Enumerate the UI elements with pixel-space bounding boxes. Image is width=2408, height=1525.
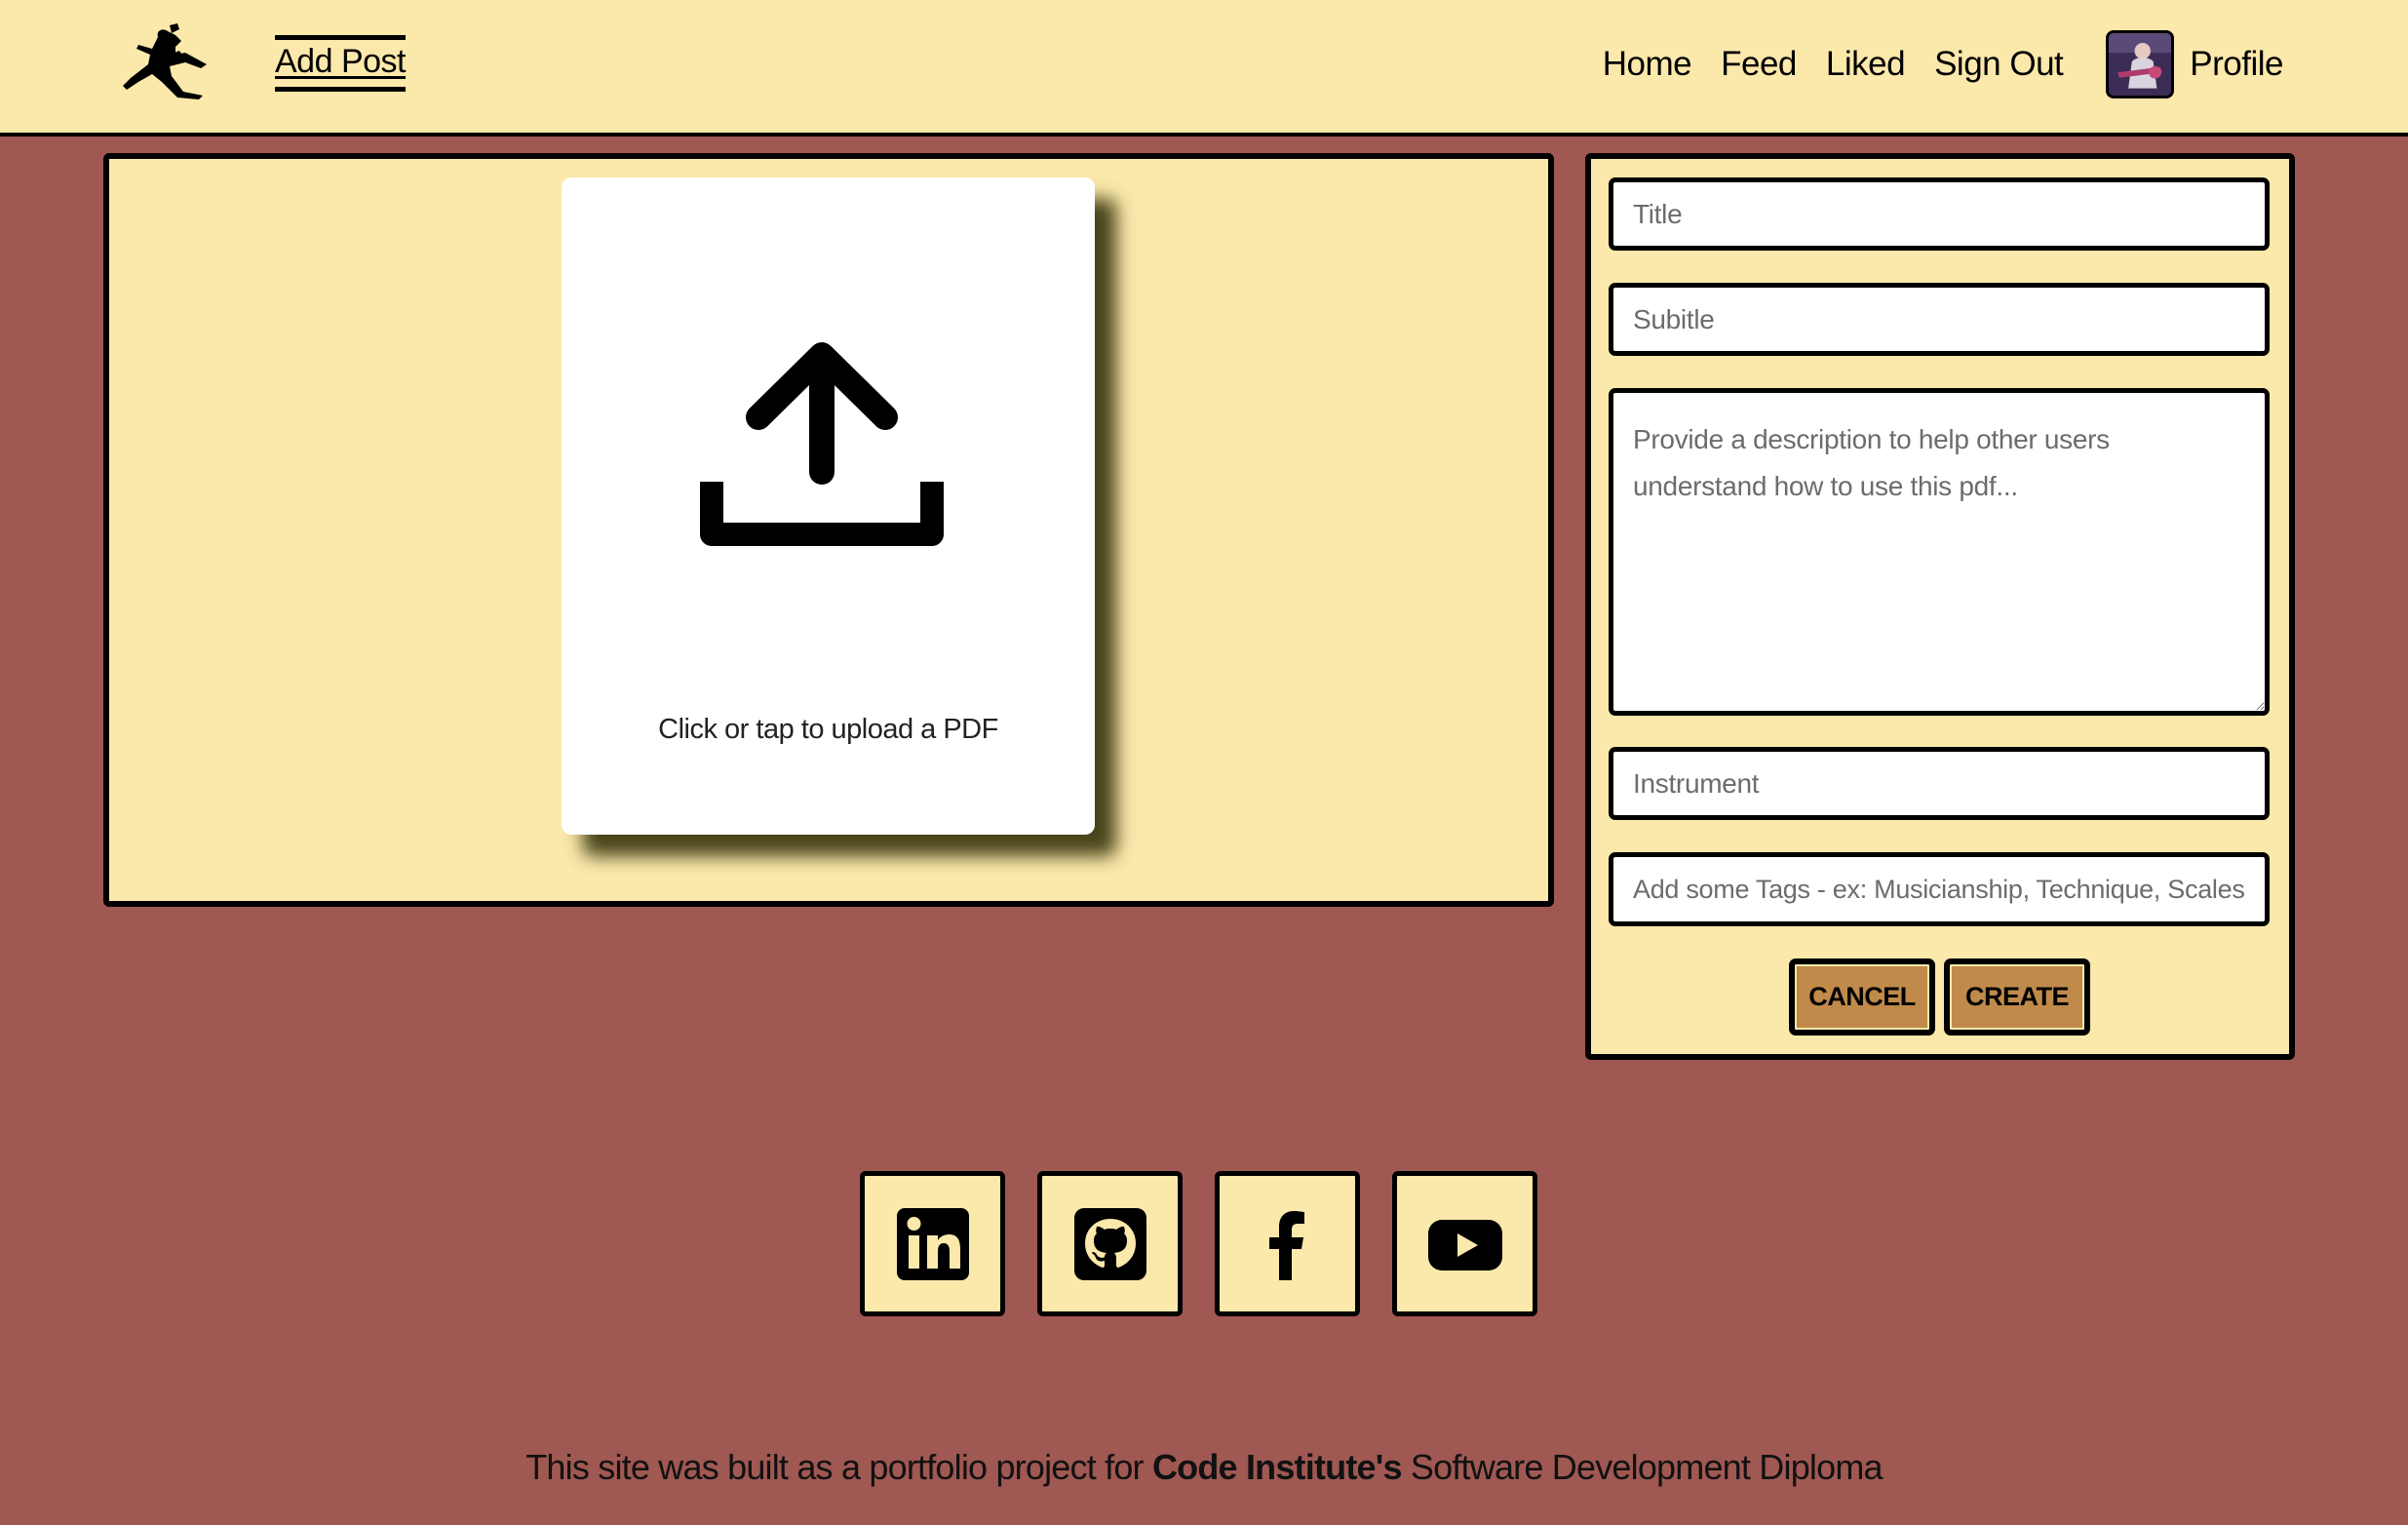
nav-links: Home Feed Liked Sign Out Profile xyxy=(1603,29,2283,99)
tags-input[interactable] xyxy=(1609,852,2270,926)
footer-prefix: This site was built as a portfolio proje… xyxy=(525,1447,1152,1487)
subtitle-input[interactable] xyxy=(1609,283,2270,356)
add-post-link[interactable]: Add Post xyxy=(275,35,406,92)
profile-avatar[interactable] xyxy=(2106,30,2175,98)
nav-feed-link[interactable]: Feed xyxy=(1721,45,1797,84)
footer-institute: Code Institute's xyxy=(1151,1447,1403,1487)
guitarist-jump-logo-icon[interactable] xyxy=(121,23,213,103)
nav-home-link[interactable]: Home xyxy=(1603,45,1692,84)
nav-sign-out-link[interactable]: Sign Out xyxy=(1934,45,2064,84)
description-textarea[interactable] xyxy=(1609,388,2270,716)
youtube-link[interactable] xyxy=(1392,1171,1537,1316)
linkedin-link[interactable] xyxy=(860,1171,1005,1316)
nav-liked-link[interactable]: Liked xyxy=(1826,45,1906,84)
cancel-button[interactable]: CANCEL xyxy=(1789,958,1935,1036)
upload-icon xyxy=(700,342,944,546)
footer-credit: This site was built as a portfolio proje… xyxy=(0,1447,2408,1488)
footer-suffix: Software Development Diploma xyxy=(1401,1447,1884,1487)
youtube-icon xyxy=(1427,1219,1502,1271)
facebook-link[interactable] xyxy=(1215,1171,1360,1316)
upload-label: Click or tap to upload a PDF xyxy=(658,714,998,745)
pdf-upload-dropzone[interactable]: Click or tap to upload a PDF xyxy=(562,177,1095,835)
facebook-icon xyxy=(1268,1210,1304,1280)
nav-profile-link[interactable]: Profile xyxy=(2190,45,2283,84)
create-button[interactable]: CREATE xyxy=(1944,958,2090,1036)
title-input[interactable] xyxy=(1609,177,2270,251)
navbar: Add Post Home Feed Liked Sign Out Profil… xyxy=(0,0,2408,137)
github-icon xyxy=(1073,1207,1146,1280)
github-link[interactable] xyxy=(1037,1171,1183,1316)
linkedin-icon xyxy=(896,1207,969,1280)
avatar-image-icon xyxy=(2109,33,2172,96)
instrument-input[interactable] xyxy=(1609,747,2270,820)
